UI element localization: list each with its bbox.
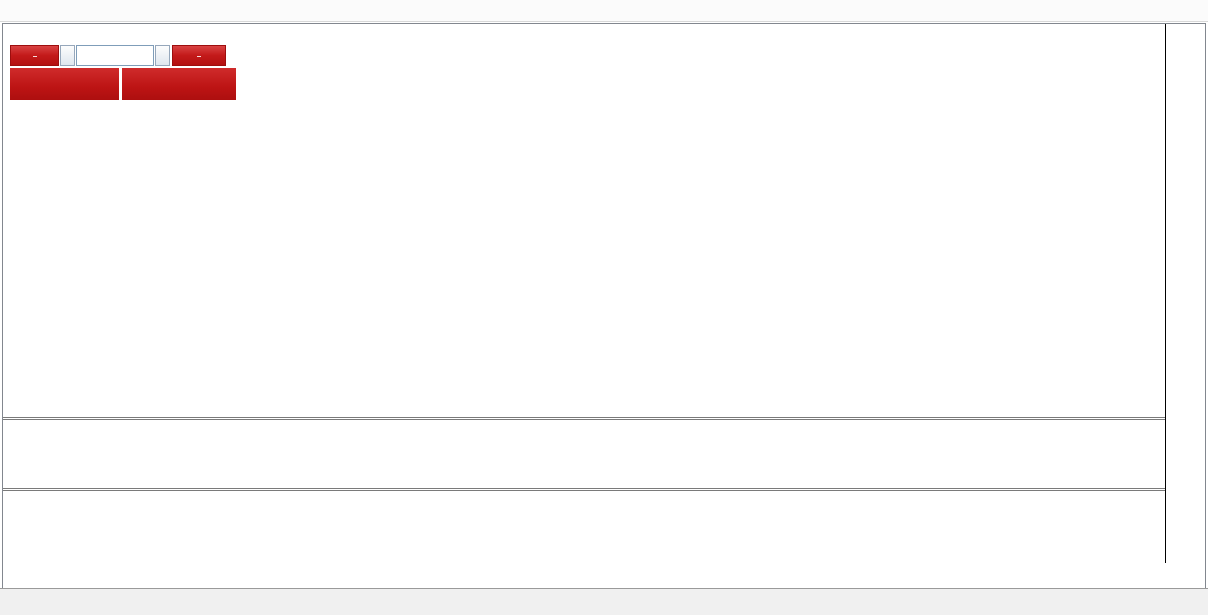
volume-input[interactable] — [76, 45, 154, 66]
volume-decrease-button[interactable] — [60, 45, 75, 66]
buy-button[interactable] — [172, 45, 226, 66]
sell-price-panel[interactable] — [10, 68, 119, 100]
timeframe-toolbar — [0, 0, 1208, 22]
macd-indicator-chart[interactable] — [3, 420, 1165, 488]
price-axis — [1166, 24, 1203, 563]
sell-button-label — [33, 56, 37, 57]
chart-window — [2, 23, 1206, 589]
panel-separator-macd[interactable] — [3, 417, 1203, 420]
date-axis — [3, 563, 1203, 586]
chart-title — [10, 28, 14, 40]
one-click-trade-panel — [10, 45, 236, 100]
panel-separator-rsi[interactable] — [3, 488, 1203, 491]
trading-app — [0, 0, 1208, 615]
buy-button-label — [197, 56, 201, 57]
rsi-indicator-chart[interactable] — [3, 491, 1165, 563]
sell-button[interactable] — [10, 45, 59, 66]
volume-increase-button[interactable] — [155, 45, 170, 66]
buy-price-panel[interactable] — [122, 68, 236, 100]
symbol-tab-bar — [0, 588, 1208, 615]
